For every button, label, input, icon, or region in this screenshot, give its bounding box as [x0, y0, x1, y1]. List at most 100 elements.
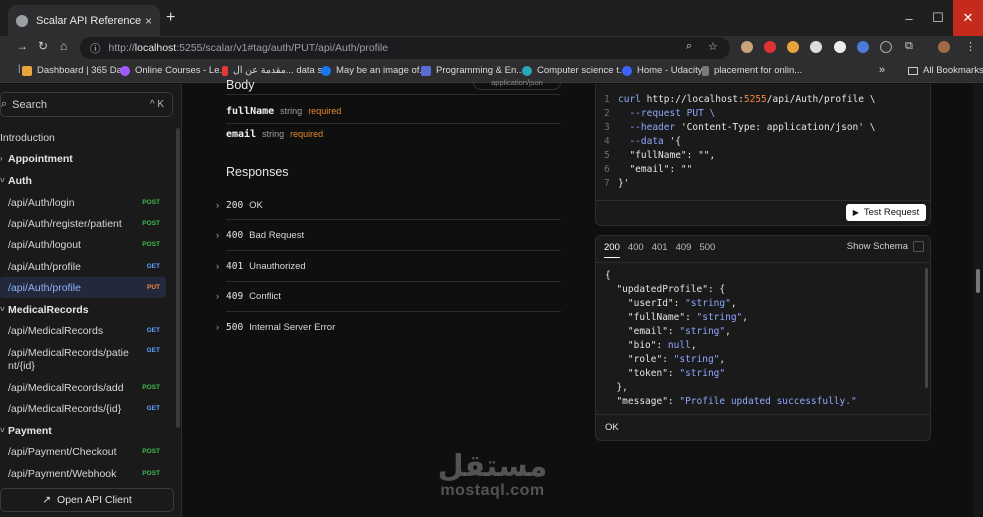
extension-icon[interactable] — [764, 41, 776, 53]
json-value: "string" — [685, 298, 731, 309]
reload-icon[interactable]: ↻ — [38, 39, 48, 53]
divider — [226, 250, 561, 251]
bookmarks-overflow-button[interactable]: » — [879, 64, 885, 76]
sidebar-group-appointment[interactable]: › Appointment — [0, 148, 166, 169]
browser-tab[interactable]: Scalar API Reference × — [8, 5, 160, 36]
new-tab-button[interactable]: + — [166, 9, 175, 27]
sidebar-group-payment[interactable]: ˅ Payment — [0, 420, 166, 441]
response-label: Internal Server Error — [249, 321, 336, 333]
home-icon[interactable]: ⌂ — [60, 39, 67, 53]
tab-500[interactable]: 500 — [699, 242, 715, 258]
sidebar-item-medicalrecords-add[interactable]: /api/MedicalRecords/add POST — [0, 377, 166, 398]
sidebar-item-payment-webhook[interactable]: /api/Payment/Webhook POST — [0, 463, 166, 484]
apps-icon[interactable]: | — [18, 63, 20, 74]
scrollbar-thumb[interactable] — [976, 269, 980, 293]
bookmark-item[interactable]: Online Courses - Le... — [120, 65, 227, 76]
sidebar-item-label: /api/Auth/profile — [8, 281, 81, 294]
extension-icon[interactable] — [810, 41, 822, 53]
page-scrollbar[interactable] — [973, 84, 983, 517]
address-bar[interactable]: ⓘ http://localhost:5255/scalar/v1#tag/au… — [80, 37, 730, 59]
search-placeholder: Search — [12, 98, 48, 111]
sidebar-item-auth-login[interactable]: /api/Auth/login POST — [0, 192, 166, 213]
open-api-client-button[interactable]: ↗ Open API Client — [0, 488, 174, 512]
extension-icon[interactable] — [834, 41, 846, 53]
site-info-icon[interactable]: ⓘ — [90, 41, 101, 56]
sidebar-item-auth-profile-put[interactable]: /api/Auth/profile PUT — [0, 277, 166, 298]
tab-close-icon[interactable]: × — [145, 14, 152, 28]
sidebar-item-medicalrecords-get[interactable]: /api/MedicalRecords GET — [0, 320, 166, 341]
extension-icon[interactable] — [787, 41, 799, 53]
json-line: "token": "string" — [605, 368, 725, 379]
bookmark-item[interactable]: Home - Udacity — [622, 65, 702, 76]
tab-200[interactable]: 200 — [604, 242, 620, 258]
test-request-button[interactable]: ▶ Test Request — [846, 204, 926, 221]
extension-icon[interactable] — [741, 41, 753, 53]
bookmark-item[interactable]: Programming & En... — [421, 65, 524, 76]
bookmark-star-icon[interactable]: ☆ — [708, 40, 718, 53]
sidebar-item-medicalrecords-patient[interactable]: /api/MedicalRecords/patie nt/{id} GET — [0, 343, 166, 375]
bookmark-item[interactable]: مقدمة عن ال... data str — [222, 65, 328, 76]
divider — [596, 200, 930, 201]
browser-tab-bar: Scalar API Reference × + – ☐ ✕ — [0, 0, 983, 36]
all-bookmarks-button[interactable]: All Bookmarks — [908, 65, 983, 76]
divider — [226, 94, 561, 95]
sidebar-scrollbar[interactable] — [176, 128, 180, 428]
json-value: "string" — [673, 354, 720, 365]
divider — [596, 262, 930, 263]
sidebar-item-label: /api/Auth/login — [8, 196, 75, 209]
zoom-icon[interactable]: ⌕ — [686, 40, 692, 53]
response-200[interactable]: › 200 OK — [216, 195, 561, 215]
sidebar-group-auth[interactable]: ˅ Auth — [0, 170, 166, 191]
sidebar-item-auth-register[interactable]: /api/Auth/register/patient POST — [0, 213, 166, 234]
json-token: "updatedProfile": { — [605, 284, 726, 295]
minimize-button[interactable]: – — [893, 0, 925, 36]
bookmark-item[interactable]: placement for onlin... — [702, 65, 802, 76]
bookmark-favicon-icon — [120, 65, 130, 76]
bookmark-item[interactable]: Computer science t... — [522, 65, 627, 76]
forward-icon[interactable]: → — [16, 39, 28, 53]
sidebar-item-payment-checkout[interactable]: /api/Payment/Checkout POST — [0, 441, 166, 462]
sidebar-item-medicalrecords-id[interactable]: /api/MedicalRecords/{id} GET — [0, 398, 166, 419]
menu-kebab-icon[interactable]: ⋮ — [965, 40, 976, 53]
search-input[interactable]: ⌕ Search ^ K — [0, 92, 173, 117]
globe-icon — [16, 14, 28, 27]
response-400[interactable]: › 400 Bad Request — [216, 225, 561, 245]
divider — [226, 123, 561, 124]
sidebar-item-label: /api/Auth/register/patient — [8, 217, 122, 230]
json-line: "role": "string", — [605, 354, 725, 365]
avatar[interactable] — [938, 41, 950, 53]
param-email: email string required — [226, 129, 323, 140]
extensions-puzzle-icon[interactable]: ⧉ — [905, 40, 913, 53]
maximize-button[interactable]: ☐ — [922, 0, 954, 36]
json-value: "Profile updated successfully." — [679, 396, 857, 407]
sidebar-item-introduction[interactable]: Introduction — [0, 127, 166, 148]
code-line: 2 --request PUT \ — [604, 108, 716, 119]
content-type-select[interactable]: application/json — [473, 78, 561, 90]
response-500[interactable]: › 500 Internal Server Error — [216, 317, 561, 337]
response-401[interactable]: › 401 Unauthorized — [216, 256, 561, 276]
code-token: http://localhost: — [646, 94, 744, 105]
bookmark-favicon-icon — [321, 65, 331, 76]
bookmark-item[interactable]: Dashboard | 365 Da... — [22, 65, 130, 76]
tab-409[interactable]: 409 — [676, 242, 692, 258]
close-window-button[interactable]: ✕ — [953, 0, 983, 36]
show-schema-toggle[interactable]: Show Schema — [847, 241, 924, 252]
response-409[interactable]: › 409 Conflict — [216, 286, 561, 306]
tab-400[interactable]: 400 — [628, 242, 644, 258]
sidebar-group-medicalrecords[interactable]: ˅ MedicalRecords — [0, 299, 166, 320]
bookmark-item[interactable]: May be an image of... — [321, 65, 427, 76]
tab-401[interactable]: 401 — [652, 242, 668, 258]
extension-icon[interactable] — [857, 41, 869, 53]
browser-toolbar: → ↻ ⌂ ⓘ http://localhost:5255/scalar/v1#… — [0, 36, 983, 60]
sidebar-item-label: /api/MedicalRecords/patie — [8, 347, 129, 359]
watermark-arabic: مستقل — [437, 449, 548, 484]
show-schema-checkbox[interactable] — [913, 241, 924, 252]
param-type: string — [280, 106, 303, 116]
extension-icon[interactable] — [880, 41, 892, 53]
sidebar-item-auth-profile-get[interactable]: /api/Auth/profile GET — [0, 256, 166, 277]
response-code: 400 — [226, 229, 244, 241]
response-scrollbar[interactable] — [925, 268, 928, 388]
method-badge: PUT — [147, 284, 160, 291]
chevron-down-icon: ˅ — [0, 426, 5, 435]
sidebar-item-auth-logout[interactable]: /api/Auth/logout POST — [0, 234, 166, 255]
